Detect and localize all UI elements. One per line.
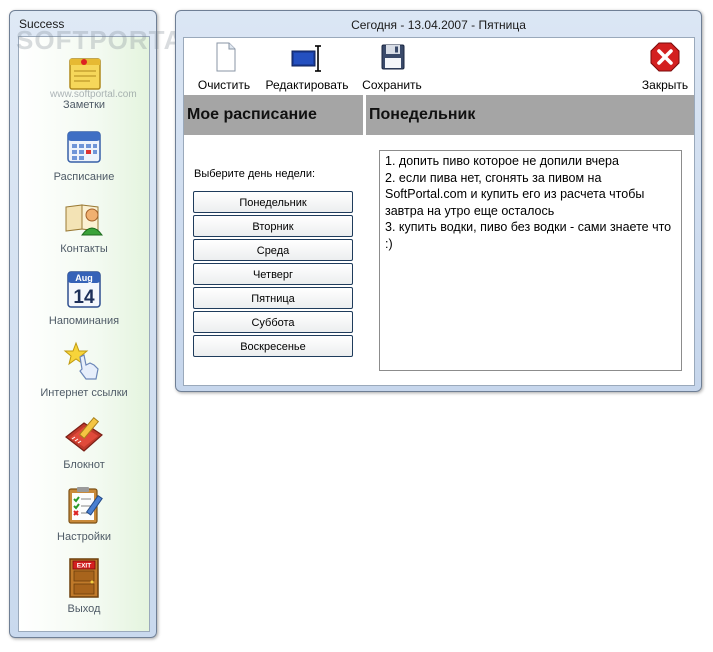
day-button-tuesday[interactable]: Вторник [193,215,353,237]
sidebar-item-notebook[interactable]: Блокнот [19,411,149,471]
day-button-thursday[interactable]: Четверг [193,263,353,285]
calendar-day-text: 14 [73,287,95,308]
edit-button-label: Редактировать [265,78,349,92]
calendar-icon [67,131,101,163]
clear-button[interactable]: Очистить [196,42,252,92]
contacts-icon [65,204,103,236]
schedule-header: Мое расписание [184,95,363,135]
close-button[interactable]: Закрыть [640,42,690,92]
sidebar-item-schedule[interactable]: Расписание [19,123,149,183]
day-button-monday[interactable]: Понедельник [193,191,353,213]
notes-line-3: 3. купить водки, пиво без водки - сами з… [385,220,672,251]
star-hand-icon [63,341,99,380]
day-button-wednesday[interactable]: Среда [193,239,353,261]
exit-sign-text: EXIT [77,563,91,570]
close-button-label: Закрыть [641,78,689,92]
clear-button-label: Очистить [197,78,251,92]
save-button-label: Сохранить [362,78,422,92]
sidebar-item-label: Выход [67,603,101,615]
edit-textbox-icon [291,45,321,72]
reminder-calendar-icon: Aug 14 [67,271,101,308]
close-icon [650,42,680,72]
sidebar-item-label: Расписание [53,171,115,183]
blank-page-icon [216,42,236,72]
sidebar-item-label: Контакты [60,243,108,255]
sidebar-window-title: Success [19,17,65,31]
sidebar-item-notes[interactable]: Заметки [19,51,149,111]
notes-icon [69,58,101,90]
clipboard-checklist-icon [68,487,103,524]
sidebar-panel: Заметки Расписание Контакты Aug 14 Напом… [18,36,150,632]
calendar-month-text: Aug [75,273,93,283]
edit-button[interactable]: Редактировать [264,42,350,92]
sidebar-item-exit[interactable]: EXIT Выход [19,555,149,615]
sidebar-item-label: Блокнот [63,459,105,471]
sidebar-item-label: Заметки [62,99,106,111]
day-button-friday[interactable]: Пятница [193,287,353,309]
window-title: Сегодня - 13.04.2007 - Пятница [351,18,526,32]
save-button[interactable]: Сохранить [360,42,424,92]
notebook-pencil-icon [65,416,103,452]
sidebar-item-web-links[interactable]: Интернет ссылки [19,339,149,399]
main-client-area: Очистить Редактировать Сохранить Закрыть… [183,37,695,386]
sidebar-item-label: Интернет ссылки [40,387,128,399]
schedule-notes-textarea[interactable]: 1. допить пиво которое не допили вчера 2… [379,150,682,371]
day-button-saturday[interactable]: Суббота [193,311,353,333]
main-window: Сегодня - 13.04.2007 - Пятница Очистить [175,10,702,392]
day-select-prompt: Выберите день недели: [194,168,316,180]
sidebar-item-label: Напоминания [48,315,120,327]
notes-line-1: 1. допить пиво которое не допили вчера [385,154,619,168]
sidebar-window: Success Заметки Расписание Контакты Aug … [9,10,199,638]
day-button-sunday[interactable]: Воскресенье [193,335,353,357]
sidebar-item-label: Настройки [57,531,111,543]
selected-day-header: Понедельник [366,95,694,135]
sidebar-item-contacts[interactable]: Контакты [19,195,149,255]
notes-line-2: 2. если пива нет, сгонять за пивом на So… [385,170,645,218]
floppy-disk-icon [381,44,405,70]
toolbar: Очистить Редактировать Сохранить Закрыть [184,38,694,94]
exit-door-icon: EXIT [69,558,99,598]
sidebar-item-settings[interactable]: Настройки [19,483,149,543]
sidebar-item-reminders[interactable]: Aug 14 Напоминания [19,267,149,327]
